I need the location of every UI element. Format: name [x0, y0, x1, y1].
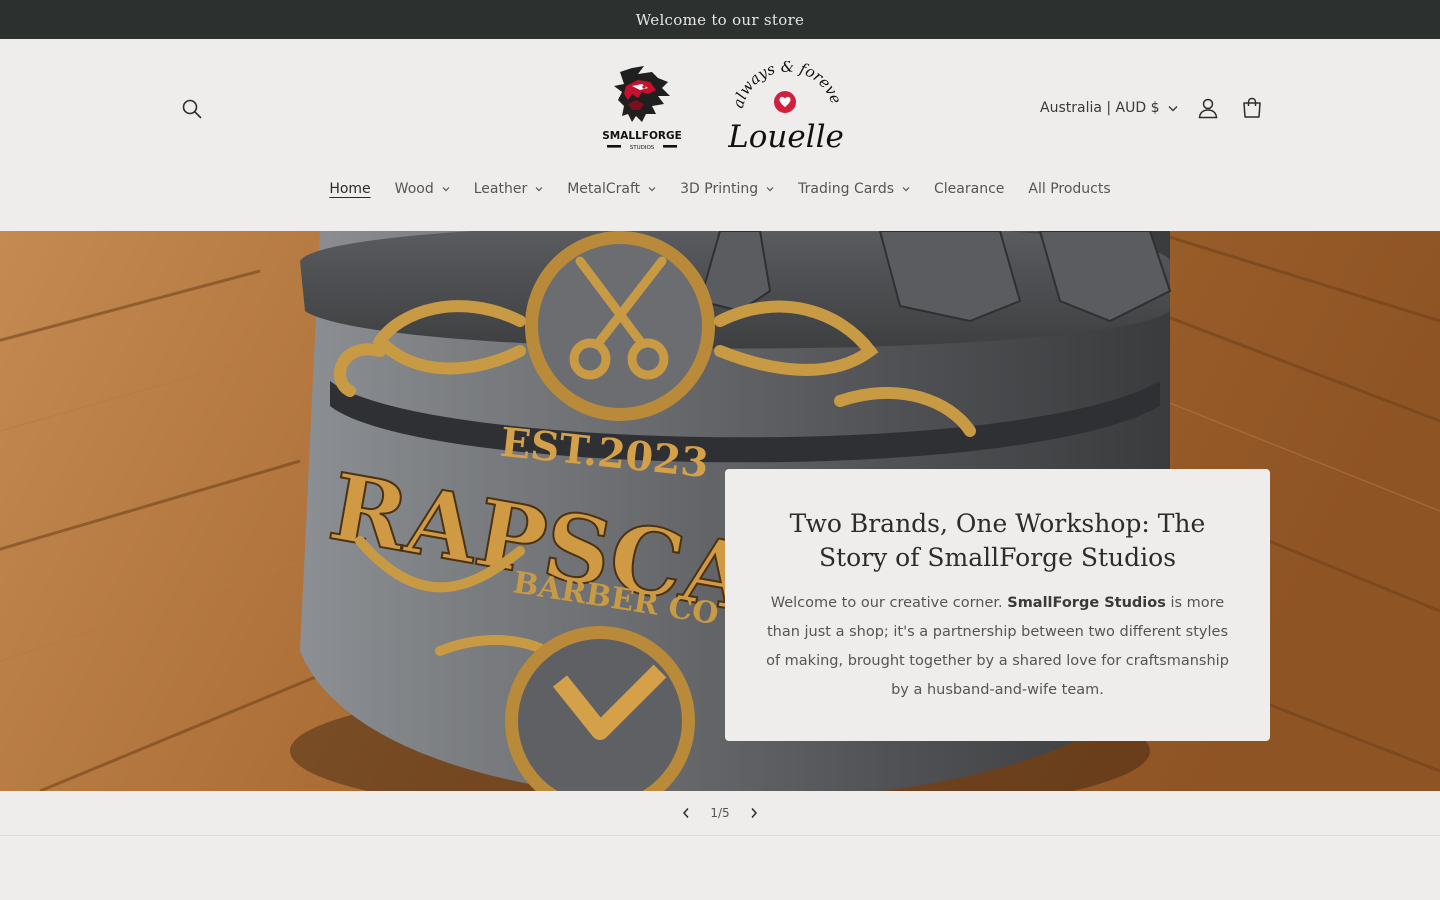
smallforge-subwordmark: STUDIOS	[630, 145, 655, 151]
hero-description: Welcome to our creative corner. SmallFor…	[759, 589, 1236, 705]
nav-item-label: 3D Printing	[680, 181, 759, 197]
main-nav: Home Wood Leather MetalCraft 3D Printing…	[0, 175, 1440, 203]
chevron-left-icon	[682, 808, 689, 818]
chevron-down-icon	[648, 187, 656, 192]
nav-item-label: MetalCraft	[567, 181, 641, 197]
hero-description-part: Welcome to our creative corner.	[770, 595, 1008, 611]
smallforge-logo[interactable]: SMALLFORGE STUDIOS	[598, 64, 686, 156]
nav-item-label: Clearance	[934, 181, 1005, 197]
louelle-wordmark: Louelle	[728, 119, 844, 155]
chevron-down-icon	[535, 187, 543, 192]
previous-slide-button[interactable]	[664, 791, 708, 835]
next-section	[0, 837, 1440, 900]
nav-item-all-products[interactable]: All Products	[1016, 181, 1122, 197]
country-selector-label: Australia | AUD $	[1040, 100, 1160, 116]
account-icon	[1198, 98, 1218, 119]
nav-item-label: All Products	[1028, 181, 1111, 197]
chevron-down-icon	[442, 187, 450, 192]
announcement-text: Welcome to our store	[635, 10, 805, 29]
hero-description-brand: SmallForge Studios	[1007, 595, 1166, 611]
chevron-right-icon	[751, 808, 758, 818]
nav-item-leather[interactable]: Leather	[462, 181, 555, 197]
site-header: SMALLFORGE STUDIOS always & forever Loue…	[0, 39, 1440, 231]
nav-item-label: Wood	[394, 181, 434, 197]
account-button[interactable]	[1188, 88, 1228, 128]
slide-counter: 1/5	[710, 806, 730, 820]
announcement-bar: Welcome to our store	[0, 0, 1440, 39]
next-slide-button[interactable]	[732, 791, 776, 835]
cart-icon	[1243, 97, 1261, 118]
nav-item-trading-cards[interactable]: Trading Cards	[786, 181, 922, 197]
nav-item-home[interactable]: Home	[317, 181, 382, 197]
nav-item-label: Leather	[473, 181, 528, 197]
louelle-logo[interactable]: always & forever Louelle	[724, 47, 846, 157]
search-button[interactable]	[172, 89, 212, 129]
hero-title: Two Brands, One Workshop: The Story of S…	[789, 509, 1206, 572]
nav-item-clearance[interactable]: Clearance	[922, 181, 1016, 197]
slideshow-controls: 1/5	[0, 791, 1440, 836]
cart-button[interactable]	[1232, 88, 1272, 128]
country-selector[interactable]: Australia | AUD $	[1040, 95, 1178, 121]
chevron-down-icon	[766, 187, 774, 192]
nav-item-3d-printing[interactable]: 3D Printing	[668, 181, 786, 197]
nav-item-metalcraft[interactable]: MetalCraft	[555, 181, 668, 197]
smallforge-wordmark: SMALLFORGE	[602, 130, 682, 142]
chevron-down-icon	[1168, 105, 1178, 111]
search-icon	[182, 99, 202, 119]
nav-item-label: Home	[329, 181, 371, 197]
nav-item-wood[interactable]: Wood	[383, 181, 462, 197]
chevron-down-icon	[902, 187, 910, 192]
nav-item-label: Trading Cards	[798, 181, 895, 197]
hero-content-card: Two Brands, One Workshop: The Story of S…	[725, 469, 1270, 741]
